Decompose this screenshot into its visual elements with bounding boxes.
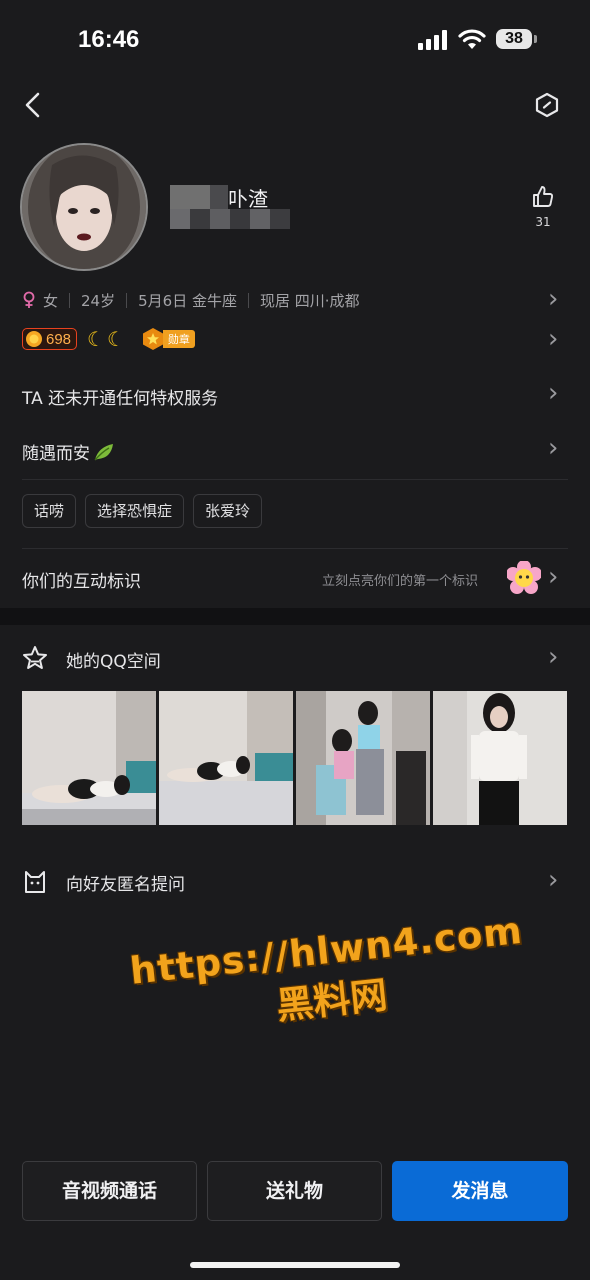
section-separator — [0, 608, 590, 625]
anonymous-question-label[interactable]: 向好友匿名提问 — [66, 870, 185, 895]
moon-icon: ☾ — [106, 327, 125, 351]
chevron-right-icon: › — [548, 324, 559, 354]
gender-text: 女 — [43, 291, 59, 310]
chevron-right-icon: › — [548, 562, 559, 592]
signal-icon — [418, 30, 447, 50]
back-arrow-icon[interactable] — [22, 92, 44, 118]
age-text: 24岁 — [81, 291, 116, 310]
chevron-right-icon: › — [548, 642, 559, 672]
wifi-icon — [458, 29, 486, 49]
qzone-label[interactable]: 她的QQ空间 — [66, 647, 161, 672]
qzone-photo[interactable] — [159, 691, 293, 825]
signature-text: 随遇而安 — [22, 444, 90, 464]
interaction-hint: 立刻点亮你们的第一个标识 — [322, 574, 479, 589]
location-text: 现居 四川·成都 — [259, 291, 360, 310]
birthday-text: 5月6日 金牛座 — [138, 291, 237, 310]
account-id-blur — [170, 209, 290, 229]
thumbs-up-icon[interactable] — [531, 185, 555, 209]
flower-mascot-icon — [507, 561, 541, 594]
info-separator — [69, 292, 71, 308]
level-badge: 698 — [22, 328, 78, 350]
medal-label: 勋章 — [162, 330, 195, 348]
qzone-photo[interactable] — [296, 691, 430, 825]
name-blur-2 — [210, 185, 228, 209]
qzone-photo[interactable] — [433, 691, 567, 825]
leaf-icon — [94, 443, 113, 460]
profile-name: 卟渣 — [228, 187, 268, 211]
sun-level-icon — [26, 331, 42, 347]
chevron-right-icon: › — [548, 865, 559, 895]
watermark-overlay: https://hlwn4.com 黑料网 — [128, 908, 536, 1044]
badges-row[interactable]: 698 ☾ ☾ 勋章 — [22, 327, 195, 351]
star-medal-icon — [142, 328, 163, 350]
signature-row[interactable]: 随遇而安 — [22, 439, 116, 464]
info-separator — [126, 292, 128, 308]
name-blur-1 — [170, 185, 210, 209]
like-count: 31 — [535, 215, 551, 229]
moon-icon: ☾ — [87, 327, 105, 351]
chevron-right-icon: › — [548, 433, 559, 463]
female-icon — [23, 291, 35, 308]
cat-box-icon — [25, 871, 45, 893]
interest-tag[interactable]: 张爱玲 — [193, 494, 263, 528]
interest-tag[interactable]: 选择恐惧症 — [85, 494, 185, 528]
star-outline-icon — [23, 646, 47, 669]
basic-info-row[interactable]: 女 24岁 5月6日 金牛座 现居 四川·成都 — [22, 289, 360, 311]
level-score: 698 — [46, 330, 72, 348]
battery-indicator: 38 — [496, 29, 537, 49]
medal-badge: 勋章 — [141, 327, 195, 351]
chevron-right-icon: › — [548, 284, 559, 314]
avatar[interactable] — [20, 143, 148, 271]
settings-hexagon-icon[interactable] — [534, 92, 560, 118]
send-message-button[interactable]: 发消息 — [392, 1161, 568, 1221]
send-gift-button[interactable]: 送礼物 — [207, 1161, 382, 1221]
interaction-label[interactable]: 你们的互动标识 — [22, 567, 141, 592]
divider — [22, 548, 568, 549]
privilege-text[interactable]: TA 还未开通任何特权服务 — [22, 384, 218, 409]
av-call-button[interactable]: 音视频通话 — [22, 1161, 197, 1221]
status-time: 16:46 — [78, 26, 140, 53]
info-separator — [247, 292, 249, 308]
divider — [22, 479, 568, 480]
qzone-photo[interactable] — [22, 691, 156, 825]
home-indicator[interactable] — [190, 1262, 400, 1268]
interest-tag[interactable]: 话唠 — [22, 494, 77, 528]
chevron-right-icon: › — [548, 378, 559, 408]
